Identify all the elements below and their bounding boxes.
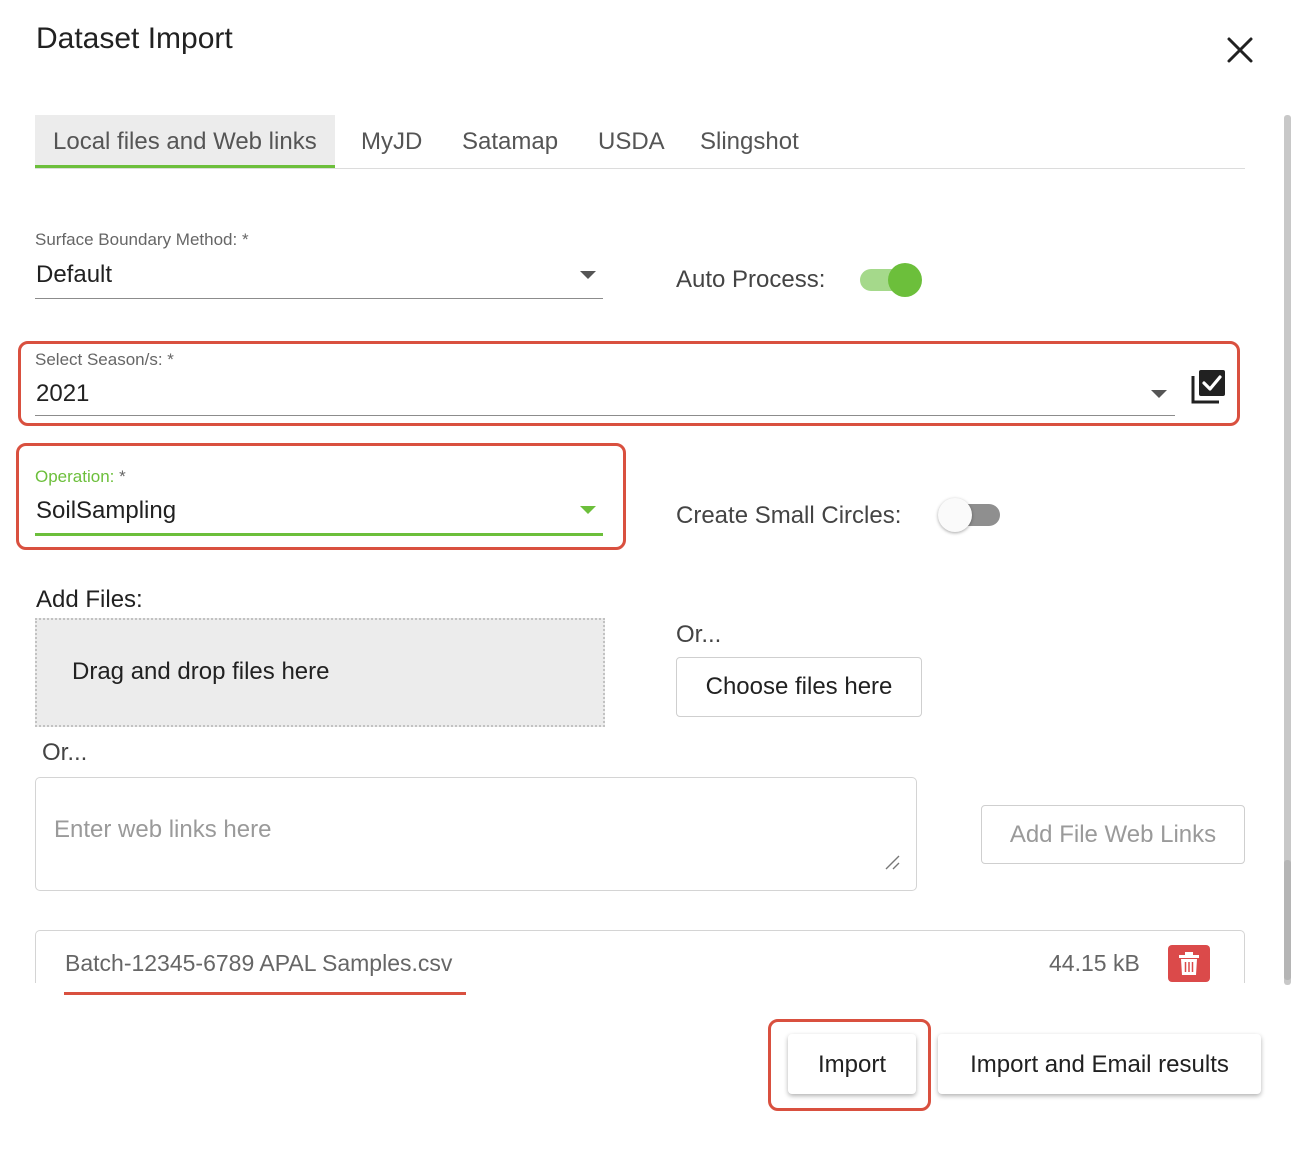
caret-down-icon[interactable] <box>580 271 596 279</box>
file-dropzone[interactable]: Drag and drop files here <box>35 618 605 727</box>
choose-files-button[interactable]: Choose files here <box>676 657 922 717</box>
scrollbar-thumb[interactable] <box>1284 860 1291 980</box>
surface-boundary-select[interactable]: Default <box>36 261 556 289</box>
auto-process-label: Auto Process: <box>676 266 826 293</box>
season-underline <box>35 415 1175 416</box>
season-select[interactable]: 2021 <box>36 380 1116 408</box>
select-all-checkbox-icon[interactable] <box>1190 367 1228 405</box>
close-icon[interactable] <box>1224 34 1256 66</box>
caret-down-icon[interactable] <box>580 506 596 514</box>
scrollbar-track[interactable] <box>1284 115 1291 985</box>
add-web-links-button[interactable]: Add File Web Links <box>981 805 1245 864</box>
season-label: Select Season/s: * <box>35 350 174 369</box>
auto-process-toggle[interactable] <box>860 263 922 297</box>
toggle-knob <box>888 263 922 297</box>
import-button[interactable]: Import <box>788 1034 916 1094</box>
dropzone-text: Drag and drop files here <box>72 658 330 685</box>
small-circles-toggle[interactable] <box>938 498 1000 532</box>
import-email-button[interactable]: Import and Email results <box>938 1034 1261 1094</box>
toggle-knob <box>938 498 972 532</box>
operation-underline <box>35 533 603 536</box>
tab-slingshot[interactable]: Slingshot <box>700 115 799 167</box>
tab-bar: Local files and Web links MyJD Satamap U… <box>35 115 1245 169</box>
resize-handle-icon[interactable] <box>884 854 900 870</box>
operation-select[interactable]: SoilSampling <box>36 497 566 525</box>
file-name-highlight <box>64 992 466 995</box>
tab-local-files[interactable]: Local files and Web links <box>35 115 335 168</box>
caret-down-icon[interactable] <box>1151 390 1167 398</box>
web-links-placeholder: Enter web links here <box>54 816 272 843</box>
or-label: Or... <box>42 739 88 766</box>
tab-myjd[interactable]: MyJD <box>361 115 422 167</box>
file-size: 44.15 kB <box>1049 950 1140 976</box>
trash-icon <box>1179 952 1199 975</box>
tab-usda[interactable]: USDA <box>598 115 665 167</box>
operation-label: Operation: * <box>35 467 126 486</box>
file-name: Batch-12345-6789 APAL Samples.csv <box>65 950 453 976</box>
add-files-label: Add Files: <box>36 586 143 613</box>
web-links-textarea[interactable]: Enter web links here <box>35 777 917 891</box>
dialog-title: Dataset Import <box>36 22 233 55</box>
small-circles-label: Create Small Circles: <box>676 502 902 529</box>
tab-satamap[interactable]: Satamap <box>462 115 558 167</box>
delete-file-button[interactable] <box>1168 945 1210 982</box>
surface-boundary-label: Surface Boundary Method: * <box>35 230 249 249</box>
surface-boundary-underline <box>35 298 603 299</box>
or-label: Or... <box>676 621 722 648</box>
